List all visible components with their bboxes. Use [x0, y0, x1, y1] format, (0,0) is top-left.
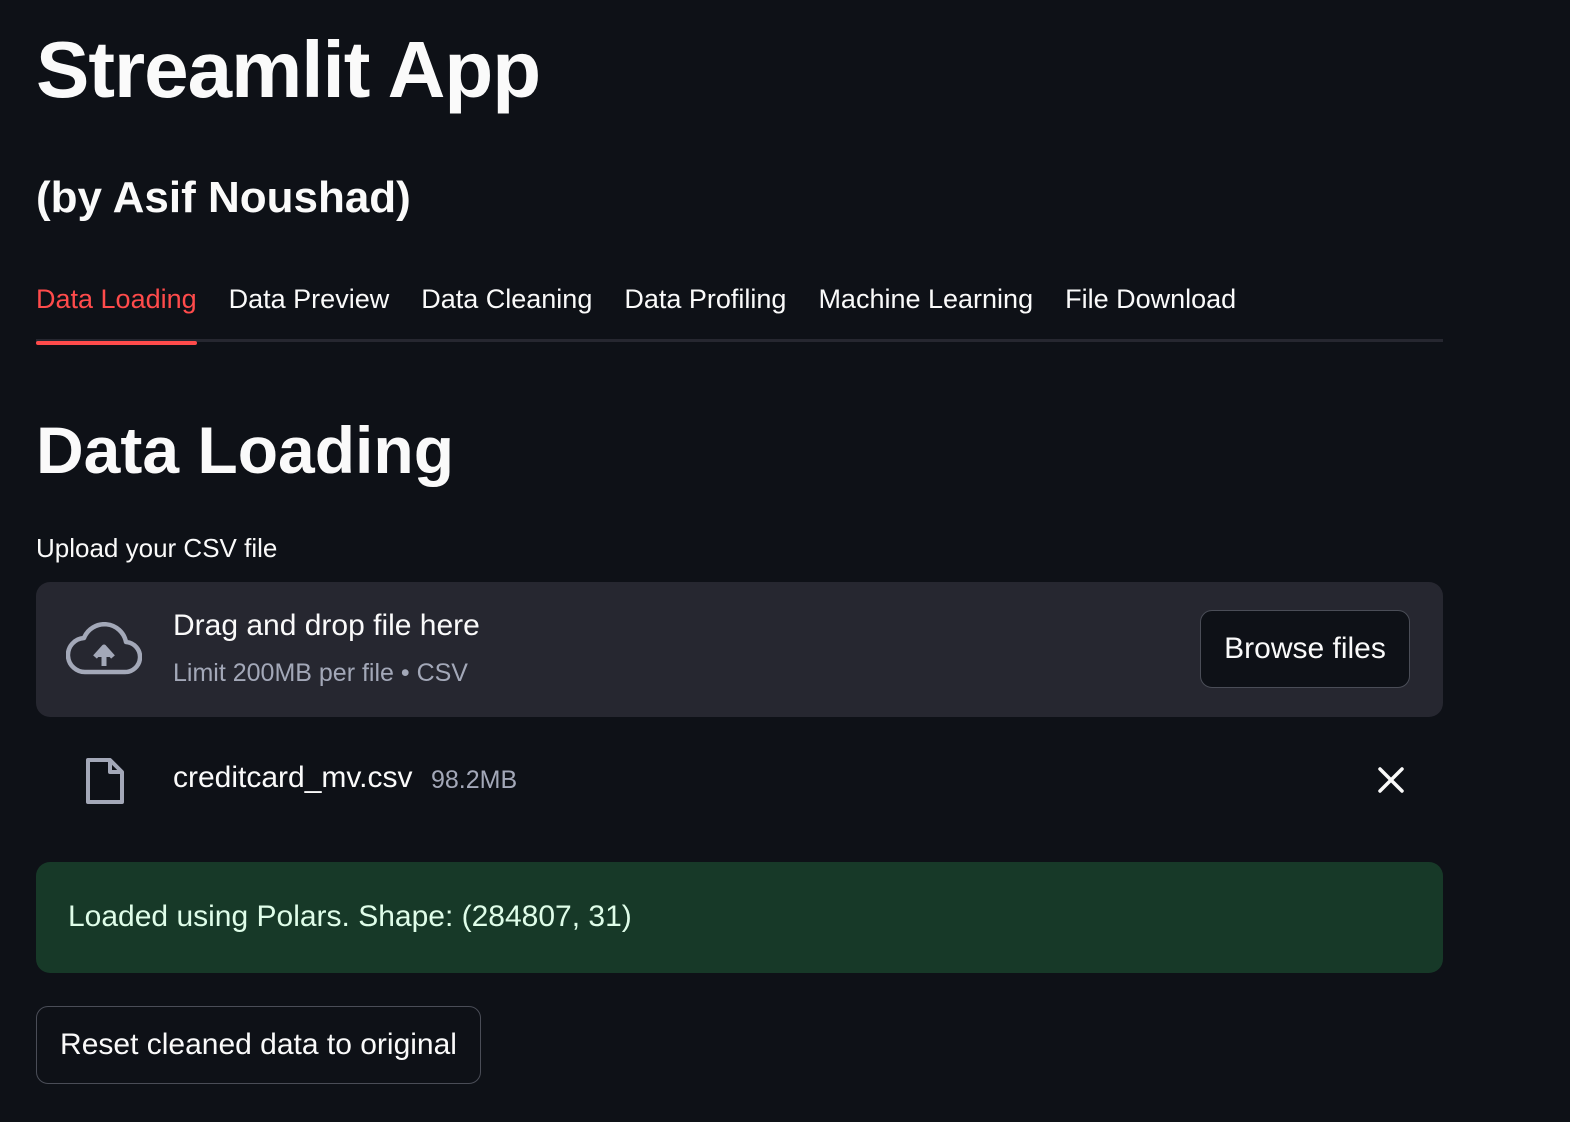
- app-page: Streamlit App (by Asif Noushad) Data Loa…: [0, 0, 1570, 1122]
- success-message: Loaded using Polars. Shape: (284807, 31): [68, 900, 632, 933]
- uploaded-file-size: 98.2MB: [431, 766, 518, 794]
- uploaded-file-item: creditcard_mv.csv 98.2MB: [36, 748, 1443, 812]
- dropzone-instructions: Drag and drop file here: [173, 609, 480, 642]
- tab-file-download[interactable]: File Download: [1065, 274, 1236, 342]
- tab-machine-learning[interactable]: Machine Learning: [818, 274, 1033, 342]
- browse-files-button[interactable]: Browse files: [1200, 610, 1410, 688]
- uploader-label: Upload your CSV file: [36, 533, 278, 563]
- tab-data-preview[interactable]: Data Preview: [229, 274, 390, 342]
- close-icon[interactable]: [1373, 762, 1409, 798]
- success-alert: Loaded using Polars. Shape: (284807, 31): [36, 862, 1443, 973]
- tab-data-profiling[interactable]: Data Profiling: [624, 274, 786, 342]
- tab-data-loading[interactable]: Data Loading: [36, 274, 197, 345]
- file-dropzone[interactable]: Drag and drop file here Limit 200MB per …: [36, 582, 1443, 717]
- tab-bar: Data Loading Data Preview Data Cleaning …: [36, 274, 1443, 345]
- section-title: Data Loading: [36, 413, 455, 487]
- dropzone-limit: Limit 200MB per file • CSV: [173, 659, 468, 687]
- uploaded-file-name: creditcard_mv.csv: [173, 761, 413, 794]
- app-subtitle: (by Asif Noushad): [36, 173, 411, 222]
- cloud-upload-icon: [66, 622, 142, 675]
- tab-data-cleaning[interactable]: Data Cleaning: [421, 274, 592, 342]
- file-icon: [86, 758, 124, 804]
- app-title: Streamlit App: [36, 25, 541, 114]
- reset-data-button[interactable]: Reset cleaned data to original: [36, 1006, 481, 1084]
